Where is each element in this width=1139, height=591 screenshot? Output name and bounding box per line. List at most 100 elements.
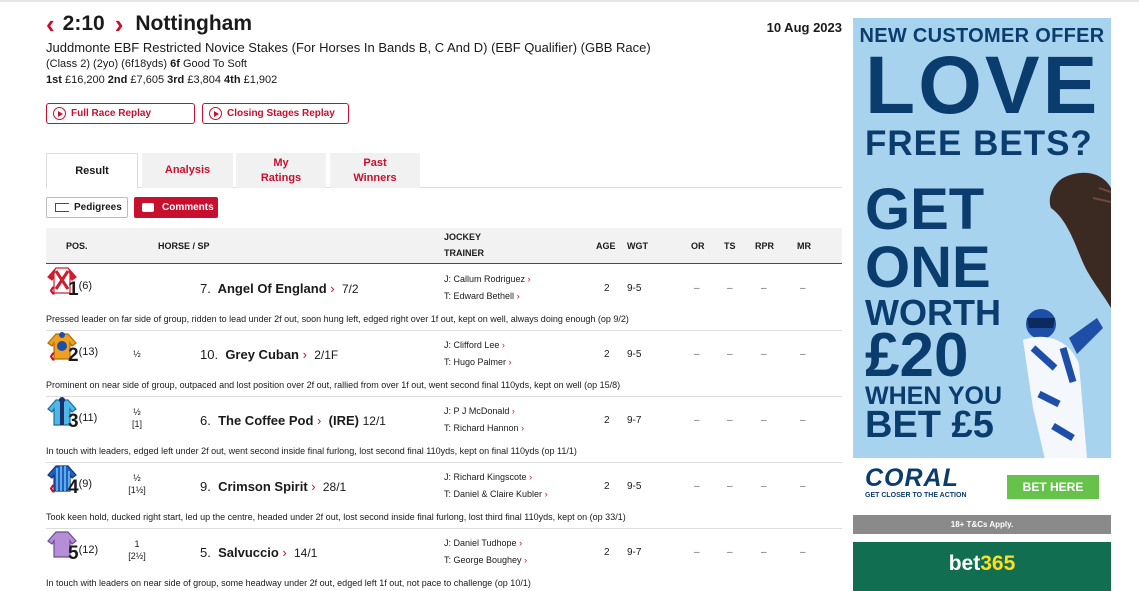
- table-row: ‹ 1(6) 7. Angel Of England › 7/2 J: Call…: [46, 265, 842, 331]
- my-rating: –: [800, 415, 806, 426]
- full-race-replay-button[interactable]: Full Race Replay: [46, 103, 195, 124]
- trainer-link[interactable]: T: Richard Hannon ›: [444, 423, 524, 433]
- col-rpr[interactable]: RPR: [755, 241, 774, 251]
- official-rating: –: [694, 283, 700, 294]
- trainer-name: T: Daniel & Claire Kubler: [444, 489, 543, 499]
- play-icon: [53, 107, 66, 120]
- jockey-link[interactable]: J: Clifford Lee ›: [444, 340, 505, 350]
- draw: (9): [78, 478, 93, 490]
- col-age[interactable]: AGE: [596, 241, 616, 251]
- pos-number: 5: [68, 543, 79, 564]
- race-comment: Pressed leader on far side of group, rid…: [46, 314, 629, 324]
- prize-place: 3rd: [167, 74, 185, 86]
- col-or[interactable]: OR: [691, 241, 705, 251]
- comments-button[interactable]: Comments: [134, 197, 218, 218]
- tab-result[interactable]: Result: [46, 153, 138, 189]
- trainer-link[interactable]: T: Hugo Palmer ›: [444, 357, 512, 367]
- distance-beaten: ½: [126, 348, 148, 360]
- saddle-number: 7.: [200, 281, 211, 296]
- jockey-horse-image: [1023, 172, 1111, 488]
- jockey-link[interactable]: J: P J McDonald ›: [444, 406, 515, 416]
- saddle-number: 9.: [200, 479, 211, 494]
- topspeed: –: [727, 547, 733, 558]
- arrow-icon: ›: [317, 413, 322, 428]
- pedigrees-button[interactable]: Pedigrees: [46, 197, 128, 218]
- col-pos[interactable]: POS.: [66, 241, 88, 251]
- tab-past-winners[interactable]: Past Winners: [330, 153, 420, 188]
- col-jockey[interactable]: JOCKEY: [444, 232, 481, 242]
- chevron-left-icon[interactable]: ‹: [49, 477, 56, 500]
- button-label: Pedigrees: [74, 202, 122, 213]
- weight: 9-7: [627, 415, 642, 426]
- bet-here-button[interactable]: BET HERE: [1007, 475, 1099, 499]
- chevron-left-icon[interactable]: ‹: [49, 279, 56, 302]
- coral-logo: CORAL: [865, 464, 959, 492]
- table-row: ‹ 2(13) ½ 10. Grey Cuban › 2/1F J: Cliff…: [46, 331, 842, 397]
- saddle-number: 6.: [200, 413, 211, 428]
- rpr: –: [761, 547, 767, 558]
- ad-free-bets-text: FREE BETS?: [865, 124, 1093, 163]
- arrow-icon: ›: [508, 357, 512, 367]
- horse-name-link[interactable]: 7. Angel Of England › 7/2: [200, 281, 359, 296]
- official-rating: –: [694, 547, 700, 558]
- horse-name: Salvuccio: [218, 545, 279, 560]
- jockey-link[interactable]: J: Richard Kingscote ›: [444, 472, 532, 482]
- finish-position: 1(6): [68, 279, 92, 301]
- coral-tagline: GET CLOSER TO THE ACTION: [865, 492, 967, 499]
- prev-race-icon[interactable]: ‹: [46, 11, 55, 37]
- finish-position: 4(9): [68, 477, 92, 499]
- coral-advert[interactable]: NEW CUSTOMER OFFER LOVE FREE BETS? GET O…: [853, 18, 1111, 534]
- closing-stages-replay-button[interactable]: Closing Stages Replay: [202, 103, 349, 124]
- trainer-link[interactable]: T: George Boughey ›: [444, 555, 527, 565]
- tab-my-ratings[interactable]: My Ratings: [236, 153, 326, 188]
- col-horse[interactable]: HORSE / SP: [158, 241, 210, 251]
- jockey-name: J: Richard Kingscote: [444, 472, 527, 482]
- arrow-icon: ›: [501, 340, 505, 350]
- chevron-left-icon[interactable]: ‹: [49, 345, 56, 368]
- bet365-logo: bet365: [853, 552, 1111, 576]
- arrow-icon: ›: [311, 479, 316, 494]
- race-time: 2:10: [62, 12, 105, 35]
- table-header: POS. HORSE / SP JOCKEY TRAINER AGE WGT O…: [46, 228, 842, 264]
- trainer-link[interactable]: T: Daniel & Claire Kubler ›: [444, 489, 548, 499]
- horse-name-link[interactable]: 5. Salvuccio › 14/1: [200, 545, 317, 560]
- bet365-logo-part: bet: [948, 552, 981, 575]
- button-label: Comments: [162, 202, 214, 213]
- draw: (6): [78, 280, 93, 292]
- race-course[interactable]: Nottingham: [135, 12, 252, 36]
- prize-place: 1st: [46, 74, 62, 86]
- race-prizes: 1st £16,200 2nd £7,605 3rd £3,804 4th £1…: [46, 74, 277, 86]
- trainer-name: T: Hugo Palmer: [444, 357, 507, 367]
- jockey-link[interactable]: J: Callum Rodriguez ›: [444, 274, 531, 284]
- col-wgt[interactable]: WGT: [627, 241, 648, 251]
- arrow-icon: ›: [330, 281, 335, 296]
- horse-name-link[interactable]: 9. Crimson Spirit › 28/1: [200, 479, 346, 494]
- tab-analysis[interactable]: Analysis: [142, 153, 233, 188]
- pedigree-icon: [55, 203, 69, 212]
- col-mr[interactable]: MR: [797, 241, 811, 251]
- ad-terms: 18+ T&Cs Apply.: [853, 515, 1111, 534]
- topspeed: –: [727, 481, 733, 492]
- my-rating: –: [800, 283, 806, 294]
- next-race-icon[interactable]: ›: [115, 11, 124, 37]
- official-rating: –: [694, 481, 700, 492]
- horse-name-link[interactable]: 10. Grey Cuban › 2/1F: [200, 347, 338, 362]
- arrow-icon: ›: [524, 555, 528, 565]
- bet365-advert[interactable]: bet365: [853, 542, 1111, 591]
- jockey-name: J: Daniel Tudhope: [444, 538, 517, 548]
- my-rating: –: [800, 547, 806, 558]
- race-conditions: (Class 2) (2yo) (6f18yds) 6f Good To Sof…: [46, 58, 247, 70]
- race-distance: 6f: [170, 58, 180, 70]
- prize-place: 4th: [224, 74, 241, 86]
- col-trainer[interactable]: TRAINER: [444, 248, 484, 258]
- horse-name-link[interactable]: 6. The Coffee Pod › (IRE) 12/1: [200, 413, 386, 428]
- prize-amount: £3,804: [187, 74, 221, 86]
- saddle-number: 10.: [200, 347, 219, 362]
- pos-number: 3: [68, 411, 79, 432]
- trainer-name: T: Richard Hannon: [444, 423, 519, 433]
- jockey-link[interactable]: J: Daniel Tudhope ›: [444, 538, 522, 548]
- trainer-link[interactable]: T: Edward Bethell ›: [444, 291, 520, 301]
- col-ts[interactable]: TS: [724, 241, 736, 251]
- distance-beaten: 1 [2½]: [126, 538, 148, 562]
- cumulative-distance: [1½]: [128, 485, 146, 495]
